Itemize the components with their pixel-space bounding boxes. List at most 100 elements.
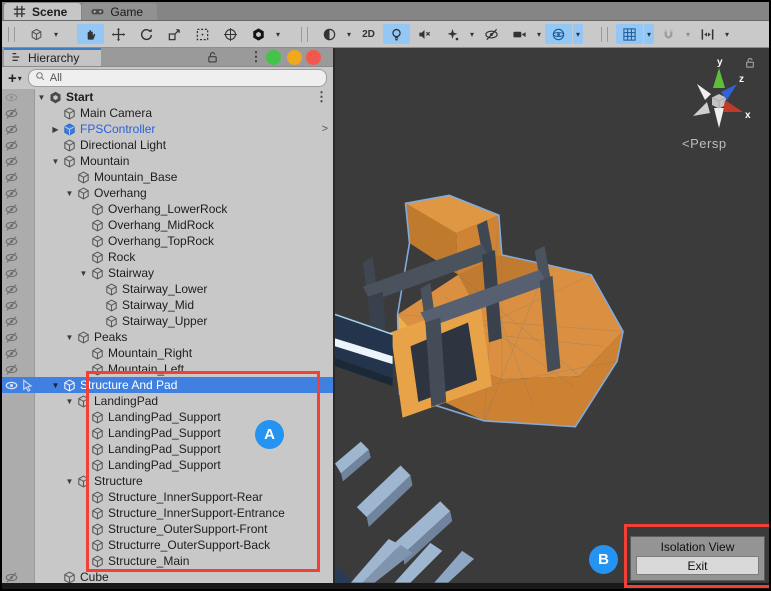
expand-arrow[interactable]: ▼	[49, 381, 62, 390]
rotate-tool-button[interactable]	[133, 24, 160, 44]
gizmo-sphere-dropdown[interactable]: ▾	[573, 24, 583, 44]
eye-slash-icon[interactable]	[4, 282, 19, 297]
visibility-gutter[interactable]	[2, 329, 35, 345]
grid-dropdown[interactable]: ▾	[644, 24, 654, 44]
eye-slash-icon[interactable]	[4, 138, 19, 153]
expand-arrow[interactable]: ▼	[63, 397, 76, 406]
visibility-gutter[interactable]	[2, 361, 35, 377]
visibility-gutter[interactable]	[2, 313, 35, 329]
tree-row-overhang-lowerrock[interactable]: Overhang_LowerRock	[2, 201, 333, 217]
axis-cube-button[interactable]	[23, 24, 50, 44]
toolbar-drag-handle[interactable]	[8, 26, 15, 42]
effects-star-dropdown[interactable]: ▾	[467, 24, 477, 44]
tree-row-fpscontroller[interactable]: ▶ FPSController >	[2, 121, 333, 137]
magnet-button[interactable]	[655, 24, 682, 44]
row-kebab-menu[interactable]: ⋮	[315, 89, 328, 105]
eye-slash-icon[interactable]	[4, 234, 19, 249]
eye-icon[interactable]	[4, 90, 19, 105]
gizmo-lock-icon[interactable]	[744, 57, 756, 72]
tree-row-start[interactable]: ▼ Start ⋮	[2, 89, 333, 105]
unity-logo-button[interactable]	[245, 24, 272, 44]
eye-slash-icon[interactable]	[4, 170, 19, 185]
scale-tool-button[interactable]	[161, 24, 188, 44]
visibility-gutter[interactable]	[2, 521, 35, 537]
move-tool-button[interactable]	[105, 24, 132, 44]
light-bulb-button[interactable]	[383, 24, 410, 44]
gizmo-sphere-button[interactable]	[545, 24, 572, 44]
eye-slash-icon[interactable]	[4, 186, 19, 201]
persp-mode-label[interactable]: <Persp	[682, 136, 727, 151]
tree-row-rock[interactable]: Rock	[2, 249, 333, 265]
visibility-gutter[interactable]	[2, 553, 35, 569]
eye-slash-icon[interactable]	[4, 106, 19, 121]
tab-game[interactable]: Game	[82, 3, 158, 20]
toolbar-drag-handle[interactable]	[601, 26, 608, 42]
tree-row-overhang-toprock[interactable]: Overhang_TopRock	[2, 233, 333, 249]
pick-cursor-icon[interactable]	[20, 378, 35, 393]
visibility-gutter[interactable]	[2, 105, 35, 121]
tree-row-stairway-upper[interactable]: Stairway_Upper	[2, 313, 333, 329]
expand-arrow[interactable]: ▼	[77, 269, 90, 278]
unlocked-padlock-icon[interactable]	[204, 49, 220, 65]
tree-row-mountain[interactable]: ▼ Mountain	[2, 153, 333, 169]
camera-dropdown[interactable]: ▾	[534, 24, 544, 44]
visibility-gutter[interactable]	[2, 393, 35, 409]
eye-slash-icon[interactable]	[4, 346, 19, 361]
visibility-gutter[interactable]	[2, 425, 35, 441]
visibility-gutter[interactable]	[2, 185, 35, 201]
eye-slash-icon[interactable]	[4, 330, 19, 345]
tree-row-peaks[interactable]: ▼ Peaks	[2, 329, 333, 345]
toolbar-drag-handle[interactable]	[301, 26, 308, 42]
visibility-gutter[interactable]	[2, 505, 35, 521]
visibility-gutter[interactable]	[2, 233, 35, 249]
visibility-gutter[interactable]	[2, 377, 35, 393]
scene-view[interactable]: y z x <Persp Isolation View Exit	[335, 48, 769, 589]
expand-arrow[interactable]: ▶	[49, 125, 62, 134]
shading-sphere-dropdown[interactable]: ▾	[344, 24, 354, 44]
prefab-open-chevron[interactable]: >	[322, 123, 328, 135]
tab-hierarchy[interactable]: Hierarchy	[4, 48, 102, 66]
eye-slash-icon[interactable]	[4, 298, 19, 313]
eye-slash-icon[interactable]	[4, 250, 19, 265]
tab-scene[interactable]: Scene	[4, 3, 82, 20]
visibility-gutter[interactable]	[2, 89, 35, 105]
visibility-gutter[interactable]	[2, 489, 35, 505]
snap-move-dropdown[interactable]: ▾	[722, 24, 732, 44]
unity-logo-dropdown[interactable]: ▾	[273, 24, 283, 44]
hidden-eye-button[interactable]	[478, 24, 505, 44]
visibility-gutter[interactable]	[2, 169, 35, 185]
hand-tool-button[interactable]	[77, 24, 104, 44]
visibility-gutter[interactable]	[2, 121, 35, 137]
eye-slash-icon[interactable]	[4, 314, 19, 329]
expand-arrow[interactable]: ▼	[49, 157, 62, 166]
audio-speaker-button[interactable]	[411, 24, 438, 44]
rect-tool-button[interactable]	[189, 24, 216, 44]
camera-button[interactable]	[506, 24, 533, 44]
snap-move-button[interactable]	[694, 24, 721, 44]
visibility-gutter[interactable]	[2, 537, 35, 553]
visibility-gutter[interactable]	[2, 457, 35, 473]
add-gameobject-button[interactable]: + ▾	[8, 71, 22, 86]
expand-arrow[interactable]: ▼	[35, 93, 48, 102]
visibility-gutter[interactable]	[2, 473, 35, 489]
expand-arrow[interactable]: ▼	[63, 477, 76, 486]
tree-row-overhang-midrock[interactable]: Overhang_MidRock	[2, 217, 333, 233]
hierarchy-kebab-menu[interactable]: ⋮	[248, 49, 264, 65]
visibility-gutter[interactable]	[2, 441, 35, 457]
magnet-dropdown[interactable]: ▾	[683, 24, 693, 44]
visibility-gutter[interactable]	[2, 153, 35, 169]
tree-row-stairway-mid[interactable]: Stairway_Mid	[2, 297, 333, 313]
tree-row-main-camera[interactable]: Main Camera	[2, 105, 333, 121]
visibility-gutter[interactable]	[2, 217, 35, 233]
shading-sphere-button[interactable]	[316, 24, 343, 44]
effects-star-button[interactable]	[439, 24, 466, 44]
search-input[interactable]: All	[27, 69, 327, 87]
visibility-gutter[interactable]	[2, 409, 35, 425]
visibility-gutter[interactable]	[2, 201, 35, 217]
eye-slash-icon[interactable]	[4, 266, 19, 281]
visibility-gutter[interactable]	[2, 281, 35, 297]
visibility-gutter[interactable]	[2, 265, 35, 281]
expand-arrow[interactable]: ▼	[63, 333, 76, 342]
eye-slash-icon[interactable]	[4, 154, 19, 169]
eye-slash-icon[interactable]	[4, 218, 19, 233]
